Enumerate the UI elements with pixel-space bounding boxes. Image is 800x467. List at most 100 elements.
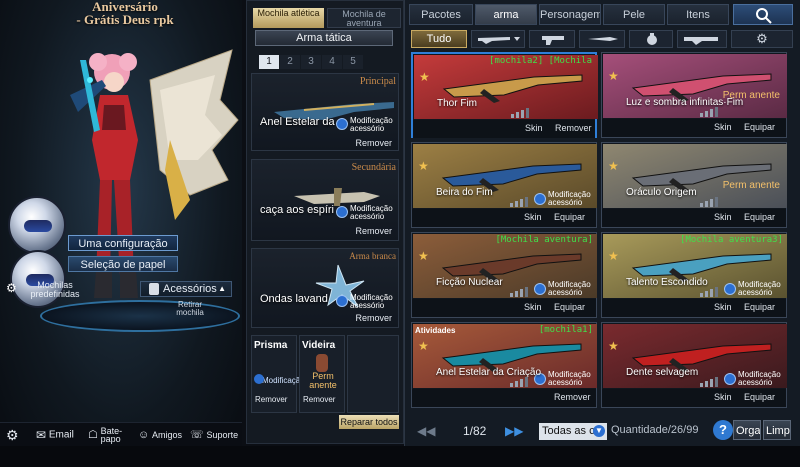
star-icon: ★ (418, 159, 429, 173)
equip-button[interactable]: Equipar (744, 392, 775, 402)
chat-button[interactable]: ☖ Bate-papo (88, 427, 127, 444)
remove-backpack-button[interactable]: Retirar mochila (170, 301, 210, 317)
tab-athletic-backpack[interactable]: Mochila atlética (253, 8, 324, 28)
card-footer: Skin Equipar (602, 299, 786, 317)
mod-accessory-button[interactable]: Modificação acessório (724, 281, 784, 297)
melee-slot[interactable]: Arma branca Ondas lavand Modificação ace… (251, 248, 399, 328)
weapon-card[interactable]: ★ [mochila2] [Mochila Thor Fim Skin Remover (411, 52, 598, 138)
skin-button[interactable]: Skin (524, 212, 542, 222)
avatar-helmet-2[interactable] (10, 250, 66, 308)
clean-button[interactable]: Limp (763, 420, 791, 440)
equip-button[interactable]: Equipar (744, 302, 775, 312)
mod-label: Modificação acessório (548, 190, 591, 207)
tactical-weapon-button[interactable]: Arma tática (255, 30, 393, 46)
first-page-button[interactable]: ◀◀ (417, 424, 435, 440)
vine-figure (316, 354, 328, 372)
gear-icon[interactable]: ⚙ (6, 282, 18, 294)
filter-all[interactable]: Tudo (411, 30, 467, 48)
page-4[interactable]: 4 (322, 55, 342, 69)
page-2[interactable]: 2 (280, 55, 300, 69)
gear-icon (724, 373, 736, 385)
filter-settings[interactable]: ⚙ (731, 30, 793, 48)
empty-slot[interactable] (347, 335, 399, 413)
equip-button[interactable]: Equipar (744, 212, 775, 222)
page-3[interactable]: 3 (301, 55, 321, 69)
gear-icon (534, 193, 546, 205)
equip-button[interactable]: Equipar (554, 212, 585, 222)
secondary-weapon-name: caça aos espíri (260, 204, 334, 216)
tab-weapon[interactable]: arma (475, 4, 537, 25)
role-select-button[interactable]: Seleção de papel (68, 256, 178, 272)
tab-skin[interactable]: Pele (603, 4, 665, 25)
weapon-card[interactable]: ★ [Mochila aventura] Modificação acessório… (411, 232, 597, 318)
mod-accessory-button[interactable]: Modificação acessório (534, 191, 594, 207)
mod-accessory-button[interactable]: Modificação acessório (724, 371, 784, 387)
weapon-card[interactable]: ★ Atividades [mochila1] Modificação acessór… (411, 322, 597, 408)
next-page-button[interactable]: ▶▶ (505, 424, 523, 440)
mod-accessory-button[interactable]: Modificação acessório (336, 204, 394, 222)
skin-button[interactable]: Skin (525, 123, 543, 133)
star-icon: ★ (419, 70, 430, 84)
help-icon[interactable]: ? (713, 420, 733, 440)
star-icon: ★ (608, 339, 619, 353)
weapon-card[interactable]: ★ Perm anente Oráculo Origem Skin Equipar (601, 142, 787, 228)
skin-button[interactable]: Skin (714, 392, 732, 402)
weapon-card[interactable]: ★ Perm anente Luz e sombra infinitas·Fim Sk… (601, 52, 787, 138)
grenade-icon (647, 33, 657, 45)
skin-button[interactable]: Skin (714, 122, 732, 132)
remove-button[interactable]: Remover (303, 395, 335, 404)
remove-button[interactable]: Remover (554, 392, 591, 402)
vine-slot[interactable]: Videira Perm anente Remover (299, 335, 345, 413)
tab-adventure-backpack[interactable]: Mochila de aventura (327, 8, 401, 28)
remove-button[interactable]: Remover (555, 123, 592, 133)
star-icon: ★ (608, 69, 619, 83)
filter-grenade[interactable] (629, 30, 673, 48)
sort-dropdown[interactable]: Todas as c ▼ (539, 423, 607, 440)
weapon-card[interactable]: ★ Modificação acessório Beira do Fim Skin Eq… (411, 142, 597, 228)
tab-items[interactable]: Itens (667, 4, 729, 25)
primary-slot[interactable]: Principal Anel Estelar da Modificação ac… (251, 73, 399, 151)
filter-knife[interactable] (579, 30, 625, 48)
remove-button[interactable]: Remover (355, 138, 392, 148)
repair-all-button[interactable]: Reparar todos (339, 415, 399, 429)
email-button[interactable]: ✉ Email (36, 427, 74, 443)
slot-label-primary: Principal (359, 76, 396, 87)
tab-character[interactable]: Personagem (539, 4, 601, 25)
one-config-button[interactable]: Uma configuração (68, 235, 178, 251)
mod-accessory-button[interactable]: Modificação acessório (336, 116, 394, 134)
skin-button[interactable]: Skin (714, 302, 732, 312)
mod-accessory-button[interactable]: Modificação acessório (534, 371, 594, 387)
equip-button[interactable]: Equipar (744, 122, 775, 132)
remove-button[interactable]: Remover (355, 226, 392, 236)
mod-accessory-button[interactable]: Modificação acessório (336, 293, 394, 311)
friends-button[interactable]: ☺ Amigos (138, 427, 182, 443)
remove-button[interactable]: Remover (255, 395, 287, 404)
filter-pistol[interactable] (529, 30, 575, 48)
filter-rifle[interactable] (471, 30, 525, 48)
gear-icon (254, 374, 264, 384)
avatar-helmet-1[interactable] (8, 196, 66, 254)
weapon-card[interactable]: ★ [Mochila aventura3] Modificação acessóri… (601, 232, 787, 318)
support-button[interactable]: ☏ Suporte (190, 427, 238, 443)
backpack-tag: [mochila2] [Mochila (489, 56, 592, 66)
slot-label-melee: Arma branca (349, 251, 396, 261)
organize-button[interactable]: Orga (733, 420, 761, 440)
settings-button[interactable]: ⚙ (6, 427, 19, 443)
weapon-card[interactable]: ★ Modificação acessório Dente selvagem Skin… (601, 322, 787, 408)
search-button[interactable] (733, 4, 793, 25)
filter-heavy[interactable] (677, 30, 727, 48)
signal-bars-icon (700, 197, 718, 207)
preset-backpacks-button[interactable]: Mochilas predefinidas (20, 281, 90, 299)
secondary-slot[interactable]: Secundária caça aos espíri Modificação a… (251, 159, 399, 241)
loadout-pages: 12345 (259, 55, 364, 69)
remove-button[interactable]: Remover (355, 313, 392, 323)
page-1[interactable]: 1 (259, 55, 279, 69)
equip-button[interactable]: Equipar (554, 302, 585, 312)
prism-slot[interactable]: Prisma Modificação Remover (251, 335, 305, 413)
accessories-dropdown[interactable]: Acessórios ▲ (140, 281, 232, 297)
tab-packages[interactable]: Pacotes (409, 4, 473, 25)
skin-button[interactable]: Skin (524, 302, 542, 312)
mod-accessory-button[interactable]: Modificação acessório (534, 281, 594, 297)
page-5[interactable]: 5 (343, 55, 363, 69)
skin-button[interactable]: Skin (714, 212, 732, 222)
